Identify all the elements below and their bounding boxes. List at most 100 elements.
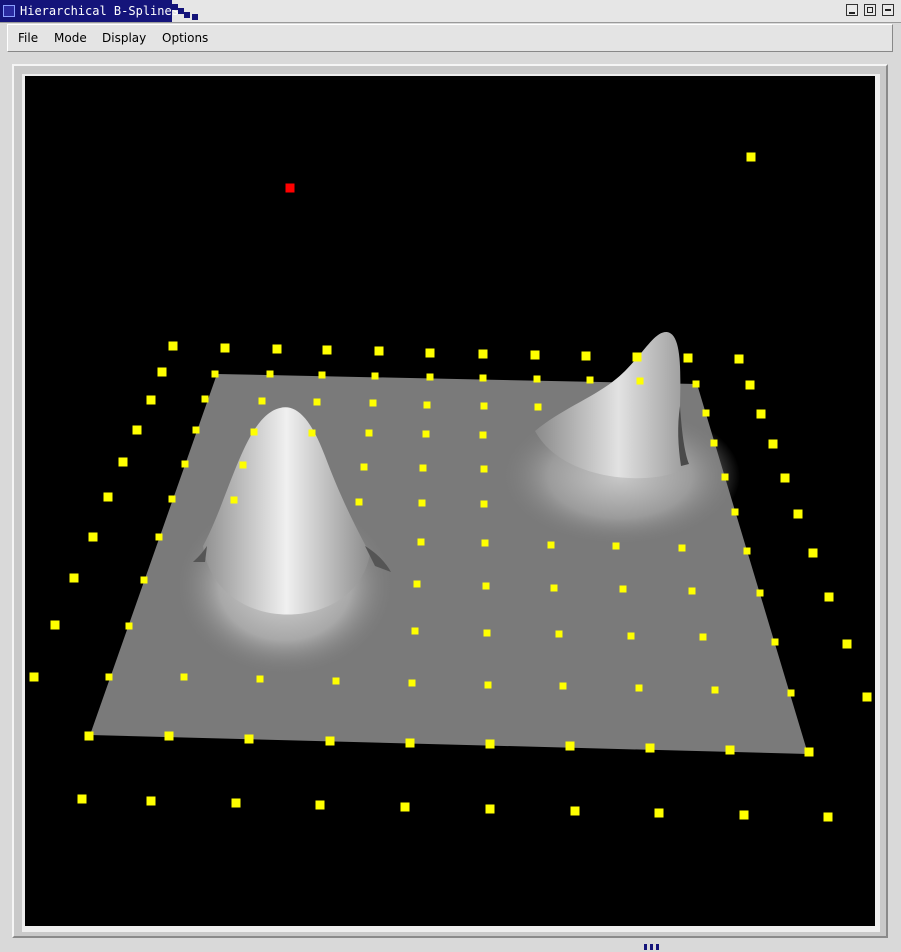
menu-options[interactable]: Options (162, 25, 208, 51)
control-point[interactable] (688, 587, 696, 595)
surface-scene[interactable] (25, 76, 875, 926)
control-point[interactable] (69, 573, 79, 583)
control-point[interactable] (743, 547, 751, 555)
control-point[interactable] (425, 348, 435, 358)
control-point[interactable] (426, 373, 434, 381)
control-point[interactable] (586, 376, 594, 384)
control-point[interactable] (683, 353, 693, 363)
window-menu-icon[interactable] (3, 5, 15, 17)
control-point[interactable] (481, 539, 489, 547)
window-title-tab[interactable]: Hierarchical B-Splines (0, 0, 179, 22)
control-point[interactable] (780, 473, 790, 483)
control-point[interactable] (369, 399, 377, 407)
control-point[interactable] (756, 589, 764, 597)
control-point[interactable] (220, 343, 230, 353)
control-point[interactable] (692, 380, 700, 388)
control-point[interactable] (635, 684, 643, 692)
control-point[interactable] (550, 584, 558, 592)
control-point[interactable] (482, 582, 490, 590)
control-point[interactable] (168, 341, 178, 351)
control-point[interactable] (168, 495, 176, 503)
control-point[interactable] (627, 632, 635, 640)
control-point[interactable] (678, 544, 686, 552)
control-point[interactable] (258, 397, 266, 405)
control-point[interactable] (483, 629, 491, 637)
control-point[interactable] (422, 430, 430, 438)
control-point[interactable] (479, 374, 487, 382)
control-point[interactable] (559, 682, 567, 690)
control-point[interactable] (332, 677, 340, 685)
control-point[interactable] (201, 395, 209, 403)
control-point[interactable] (250, 428, 258, 436)
selected-control-point[interactable] (285, 183, 295, 193)
control-point[interactable] (746, 152, 756, 162)
control-point[interactable] (734, 354, 744, 364)
control-point[interactable] (711, 686, 719, 694)
control-point[interactable] (699, 633, 707, 641)
control-point[interactable] (318, 371, 326, 379)
control-point[interactable] (77, 794, 87, 804)
control-point[interactable] (230, 496, 238, 504)
control-point[interactable] (485, 804, 495, 814)
control-point[interactable] (400, 802, 410, 812)
control-point[interactable] (768, 439, 778, 449)
menu-display[interactable]: Display (102, 25, 146, 51)
menu-mode[interactable]: Mode (54, 25, 87, 51)
control-point[interactable] (419, 464, 427, 472)
control-point[interactable] (211, 370, 219, 378)
control-point[interactable] (146, 395, 156, 405)
control-point[interactable] (824, 592, 834, 602)
control-point[interactable] (157, 367, 167, 377)
control-point[interactable] (710, 439, 718, 447)
control-point[interactable] (371, 372, 379, 380)
control-point[interactable] (322, 345, 332, 355)
gl-viewport[interactable] (25, 76, 875, 926)
control-point[interactable] (530, 350, 540, 360)
control-point[interactable] (146, 796, 156, 806)
control-point[interactable] (244, 734, 254, 744)
control-point[interactable] (581, 351, 591, 361)
control-point[interactable] (484, 681, 492, 689)
control-point[interactable] (654, 808, 664, 818)
control-point[interactable] (787, 689, 795, 697)
control-point[interactable] (155, 533, 163, 541)
control-point[interactable] (365, 429, 373, 437)
control-point[interactable] (308, 429, 316, 437)
control-point[interactable] (565, 741, 575, 751)
control-point[interactable] (164, 731, 174, 741)
control-point[interactable] (125, 622, 133, 630)
control-point[interactable] (239, 461, 247, 469)
control-point[interactable] (418, 499, 426, 507)
control-point[interactable] (88, 532, 98, 542)
control-point[interactable] (478, 349, 488, 359)
control-point[interactable] (632, 352, 642, 362)
control-point[interactable] (534, 403, 542, 411)
control-point[interactable] (485, 739, 495, 749)
control-point[interactable] (84, 731, 94, 741)
control-point[interactable] (180, 673, 188, 681)
control-point[interactable] (555, 630, 563, 638)
control-point[interactable] (266, 370, 274, 378)
control-point[interactable] (313, 398, 321, 406)
control-point[interactable] (105, 673, 113, 681)
control-point[interactable] (756, 409, 766, 419)
control-point[interactable] (118, 457, 128, 467)
control-point[interactable] (256, 675, 264, 683)
control-point[interactable] (325, 736, 335, 746)
control-point[interactable] (702, 409, 710, 417)
control-point[interactable] (192, 426, 200, 434)
control-point[interactable] (804, 747, 814, 757)
control-point[interactable] (480, 465, 488, 473)
control-point[interactable] (636, 377, 644, 385)
control-point[interactable] (619, 585, 627, 593)
control-point[interactable] (50, 620, 60, 630)
title-bar[interactable]: Hierarchical B-Splines (0, 0, 901, 23)
control-point[interactable] (842, 639, 852, 649)
control-point[interactable] (612, 542, 620, 550)
control-point[interactable] (140, 576, 148, 584)
control-point[interactable] (360, 463, 368, 471)
control-point[interactable] (231, 798, 241, 808)
control-point[interactable] (862, 692, 872, 702)
control-point[interactable] (423, 401, 431, 409)
control-point[interactable] (808, 548, 818, 558)
